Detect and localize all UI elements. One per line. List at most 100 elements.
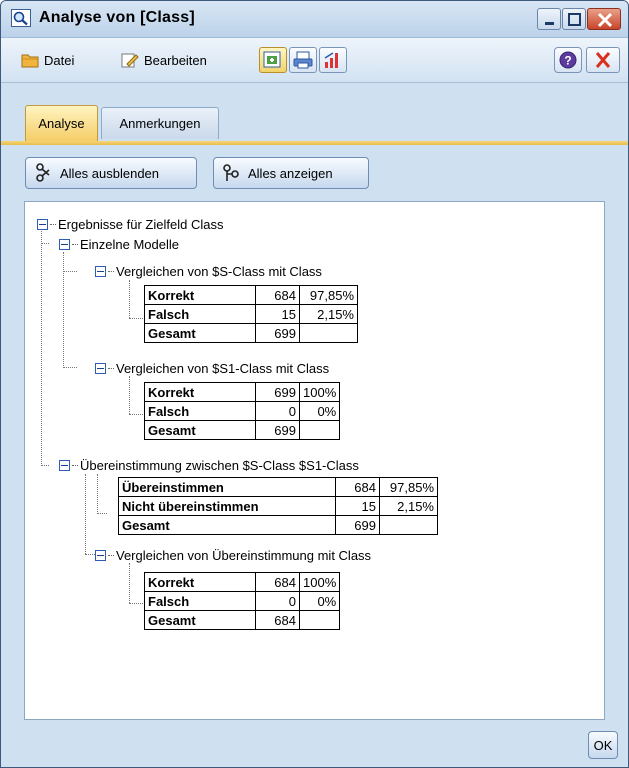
collapse-node-icon[interactable] <box>59 238 70 250</box>
results-tree: Ergebnisse für Zielfeld Class Einzelne M… <box>24 201 605 720</box>
table-cell-percent: 2,15% <box>379 496 438 516</box>
table-cell-count: 684 <box>255 285 300 305</box>
tree-node-label: Einzelne Modelle <box>80 236 180 252</box>
export-chart-icon <box>324 52 338 68</box>
tree-connector <box>41 465 49 466</box>
expand-all-label: Alles anzeigen <box>248 165 333 181</box>
expand-all-button[interactable]: Alles anzeigen <box>213 157 369 189</box>
tree-node-label: Vergleichen von Übereinstimmung mit Clas… <box>116 547 372 563</box>
tree-connector <box>129 318 145 319</box>
table-cell-percent: 100% <box>298 572 341 592</box>
collapse-node-icon[interactable] <box>95 549 106 561</box>
analysis-app-icon <box>11 9 31 27</box>
collapse-node-icon[interactable] <box>59 459 70 471</box>
tree-connector <box>63 252 64 368</box>
minimize-icon <box>545 22 554 25</box>
collapse-all-button[interactable]: Alles ausblenden <box>25 157 197 189</box>
tree-node-compare-s[interactable]: Vergleichen von $S-Class mit Class <box>95 262 322 280</box>
svg-text:?: ? <box>564 54 571 68</box>
table-cell-percent: 0% <box>298 591 341 611</box>
maximize-button[interactable] <box>562 8 586 30</box>
table-cell-count: 699 <box>335 515 380 535</box>
table-cell-percent: 2,15% <box>299 304 358 324</box>
export-button[interactable] <box>319 47 347 73</box>
tree-connector <box>41 243 49 244</box>
tree-connector <box>41 224 42 466</box>
print-button[interactable] <box>289 47 317 73</box>
table-cell-count: 0 <box>255 591 300 611</box>
results-table-compare-s: Korrekt 684 97,85% Falsch 15 2,15% Gesam… <box>144 285 358 343</box>
generate-node-icon <box>263 51 281 68</box>
maximize-icon <box>568 13 581 26</box>
table-row: Gesamt 699 <box>118 515 438 535</box>
table-row: Gesamt 699 <box>144 420 341 440</box>
table-cell-count: 15 <box>255 304 300 324</box>
table-row: Korrekt 699 100% <box>144 382 341 402</box>
table-row: Gesamt 699 <box>144 323 358 343</box>
table-cell-label: Korrekt <box>144 382 256 402</box>
table-cell-label: Übereinstimmen <box>118 477 336 497</box>
tree-node-label: Vergleichen von $S-Class mit Class <box>116 263 322 279</box>
expand-tree-icon <box>223 164 239 181</box>
table-cell-percent <box>379 515 438 535</box>
tree-node-root[interactable]: Ergebnisse für Zielfeld Class <box>37 215 223 233</box>
tree-node-compare-agreement[interactable]: Vergleichen von Übereinstimmung mit Clas… <box>95 546 371 564</box>
close-icon <box>597 12 613 28</box>
table-cell-label: Nicht übereinstimmen <box>118 496 336 516</box>
table-row: Falsch 0 0% <box>144 401 341 421</box>
table-cell-percent <box>299 323 358 343</box>
tab-strip: Analyse Anmerkungen <box>1 83 628 141</box>
tree-connector <box>129 414 145 415</box>
tree-connector <box>129 603 145 604</box>
tree-connector <box>63 367 77 368</box>
collapse-node-icon[interactable] <box>37 218 48 230</box>
table-cell-percent <box>298 420 341 440</box>
table-row: Übereinstimmen 684 97,85% <box>118 477 438 497</box>
table-row: Gesamt 684 <box>144 610 341 630</box>
table-cell-count: 684 <box>335 477 380 497</box>
tree-action-bar: Alles ausblenden Alles anzeigen <box>1 145 628 201</box>
tree-connector <box>97 474 98 514</box>
tree-connector <box>97 513 107 514</box>
folder-icon <box>21 54 39 68</box>
collapse-node-icon[interactable] <box>95 362 106 374</box>
close-window-button[interactable] <box>587 8 621 30</box>
tab-annotations[interactable]: Anmerkungen <box>101 107 219 139</box>
tree-connector <box>85 474 86 554</box>
results-table-agreement: Übereinstimmen 684 97,85% Nicht übereins… <box>118 477 438 535</box>
table-cell-percent: 100% <box>298 382 341 402</box>
close-red-icon <box>595 52 611 68</box>
ok-button[interactable]: OK <box>588 731 618 759</box>
help-icon: ? <box>559 51 577 69</box>
tree-node-compare-s1[interactable]: Vergleichen von $S1-Class mit Class <box>95 359 329 377</box>
table-cell-percent: 97,85% <box>379 477 438 497</box>
results-table-compare-s1: Korrekt 699 100% Falsch 0 0% Gesamt 699 <box>144 382 341 440</box>
tab-analyse[interactable]: Analyse <box>25 105 98 141</box>
table-cell-label: Falsch <box>144 591 256 611</box>
help-button[interactable]: ? <box>554 47 582 73</box>
table-cell-count: 699 <box>255 323 300 343</box>
close-dialog-button[interactable] <box>586 47 620 73</box>
edit-menu[interactable]: Bearbeiten <box>121 50 207 70</box>
generate-button[interactable] <box>259 47 287 73</box>
file-menu-label: Datei <box>44 52 75 68</box>
file-menu[interactable]: Datei <box>21 50 74 70</box>
window-title: Analyse von [Class] <box>39 9 195 26</box>
table-row: Falsch 0 0% <box>144 591 341 611</box>
table-row: Korrekt 684 97,85% <box>144 285 358 305</box>
table-cell-percent: 0% <box>298 401 341 421</box>
collapse-node-icon[interactable] <box>95 265 106 277</box>
edit-menu-label: Bearbeiten <box>144 52 207 68</box>
tree-node-agreement[interactable]: Übereinstimmung zwischen $S-Class $S1-Cl… <box>59 456 359 474</box>
collapse-tree-icon <box>36 163 50 182</box>
tree-node-label: Ergebnisse für Zielfeld Class <box>58 216 224 232</box>
analysis-window: Analyse von [Class] Datei Bearbeiten ? A… <box>0 0 629 768</box>
minimize-button[interactable] <box>537 8 561 30</box>
tree-connector <box>129 563 130 603</box>
edit-pencil-icon <box>121 53 139 68</box>
tree-node-label: Übereinstimmung zwischen $S-Class $S1-Cl… <box>80 457 359 473</box>
table-row: Nicht übereinstimmen 15 2,15% <box>118 496 438 516</box>
tree-node-individual-models[interactable]: Einzelne Modelle <box>59 235 179 253</box>
table-row: Falsch 15 2,15% <box>144 304 358 324</box>
table-cell-label: Gesamt <box>144 610 256 630</box>
